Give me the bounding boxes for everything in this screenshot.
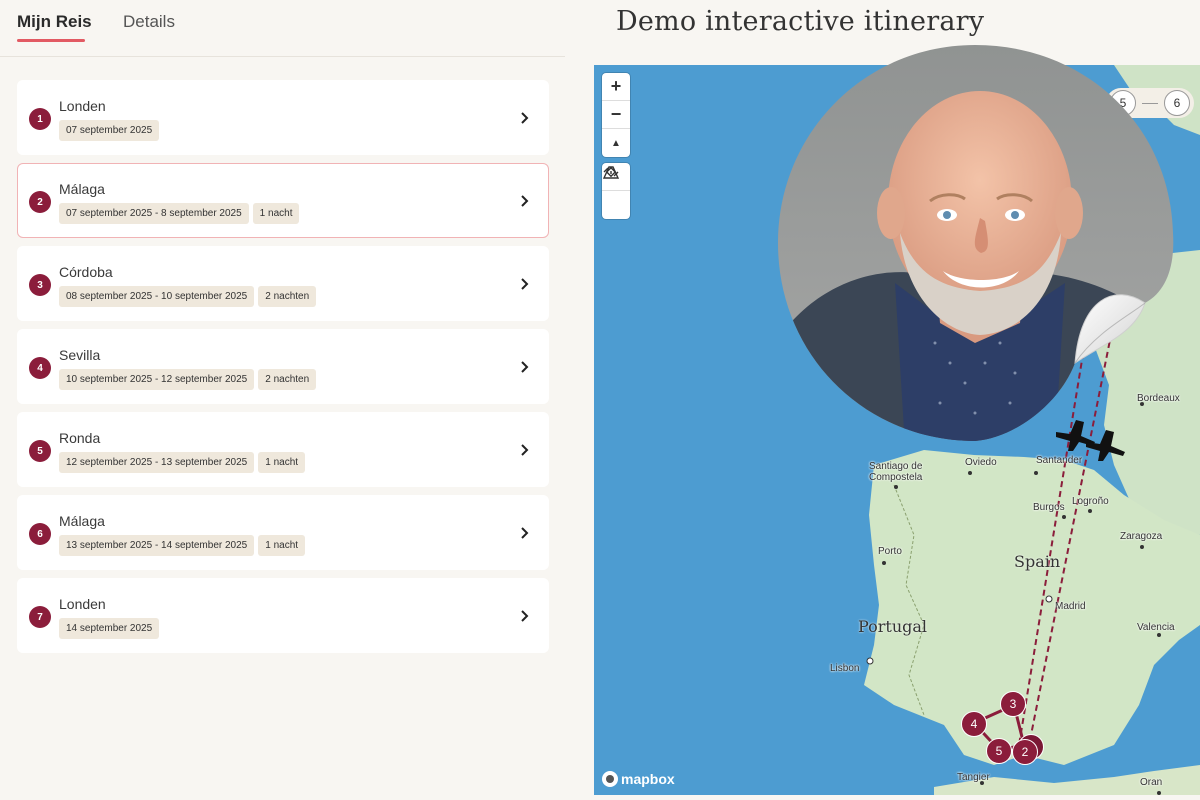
zoom-in-button[interactable]: + (602, 73, 630, 101)
terrain-icon[interactable] (602, 166, 630, 219)
map-marker-5[interactable]: 5 (986, 738, 1012, 764)
chevron-right-icon (521, 195, 529, 207)
stop-item-1[interactable]: 1 Londen 07 september 2025 (17, 80, 549, 155)
stop-nights: 2 nachten (258, 286, 317, 307)
country-label-portugal: Portugal (858, 617, 928, 636)
stop-number-badge: 3 (29, 274, 51, 296)
stop-item-2[interactable]: 2 Málaga 07 september 2025 - 8 september… (17, 163, 549, 238)
stop-dates: 07 september 2025 - 8 september 2025 (59, 203, 249, 224)
chevron-right-icon (521, 444, 529, 456)
map-label-oviedo: Oviedo (965, 457, 997, 468)
map-label-tangier: Tangier (957, 772, 990, 783)
chevron-right-icon (521, 278, 529, 290)
stop-item-4[interactable]: 4 Sevilla 10 september 2025 - 12 septemb… (17, 329, 549, 404)
stop-dates: 08 september 2025 - 10 september 2025 (59, 286, 255, 307)
map-label-valencia: Valencia (1137, 622, 1175, 633)
map-label-santander: Santander (1036, 455, 1083, 466)
stop-city: Córdoba (59, 264, 113, 280)
stop-list: 1 Londen 07 september 2025 2 Málaga 07 s… (17, 80, 549, 661)
stop-number-badge: 7 (29, 606, 51, 628)
map-label-burgos: Burgos (1033, 502, 1065, 513)
map-label-porto: Porto (878, 546, 902, 557)
tab-bar: Mijn Reis Details (0, 0, 565, 57)
map-marker-3[interactable]: 3 (1000, 691, 1026, 717)
stop-number-badge: 6 (29, 523, 51, 545)
stop-item-3[interactable]: 3 Córdoba 08 september 2025 - 10 septemb… (17, 246, 549, 321)
stop-city: Málaga (59, 181, 105, 197)
stop-nights: 1 nacht (258, 452, 306, 473)
country-label-spain: Spain (1014, 552, 1061, 571)
map-label-lisbon: Lisbon (830, 663, 860, 674)
stop-item-5[interactable]: 5 Ronda 12 september 2025 - 13 september… (17, 412, 549, 487)
stop-number-badge: 2 (29, 191, 51, 213)
stop-dates: 12 september 2025 - 13 september 2025 (59, 452, 255, 473)
chevron-right-icon (521, 112, 529, 124)
stop-city: Ronda (59, 430, 101, 446)
chevron-right-icon (521, 361, 529, 373)
stop-item-7[interactable]: 7 Londen 14 september 2025 (17, 578, 549, 653)
stop-dates: 10 september 2025 - 12 september 2025 (59, 369, 255, 390)
stop-number-badge: 5 (29, 440, 51, 462)
map-label-zaragoza: Zaragoza (1120, 531, 1163, 542)
compass-button[interactable]: ▲ (602, 129, 630, 157)
stop-city: Málaga (59, 513, 105, 529)
active-tab-indicator (17, 39, 85, 42)
chevron-right-icon (521, 610, 529, 622)
stop-dates: 13 september 2025 - 14 september 2025 (59, 535, 255, 556)
map-marker-4[interactable]: 4 (961, 711, 987, 737)
stop-city: Londen (59, 596, 106, 612)
map-label-santiago: Santiago de Compostela (869, 461, 923, 483)
profile-photo-sticker (778, 45, 1174, 441)
stop-dates: 14 september 2025 (59, 618, 160, 639)
map-label-logrono: Logroño (1072, 496, 1109, 507)
chevron-right-icon (521, 527, 529, 539)
tab-details[interactable]: Details (123, 12, 175, 32)
stop-nights: 2 nachten (258, 369, 317, 390)
stop-city: Londen (59, 98, 106, 114)
itinerary-panel: Mijn Reis Details 1 Londen 07 september … (0, 0, 565, 800)
map-mode-controls (602, 163, 630, 219)
zoom-out-button[interactable]: − (602, 101, 630, 129)
map-label-oran: Oran (1140, 777, 1163, 788)
map-label-madrid: Madrid (1055, 601, 1086, 612)
mapbox-logo-icon (602, 771, 618, 787)
stop-number-badge: 4 (29, 357, 51, 379)
map-marker-2[interactable]: 2 (1012, 739, 1038, 765)
stop-dates: 07 september 2025 (59, 120, 160, 141)
stop-nights: 1 nacht (252, 203, 300, 224)
tab-mijn-reis[interactable]: Mijn Reis (17, 12, 92, 32)
page-title: Demo interactive itinerary (616, 6, 985, 37)
mapbox-attribution[interactable]: mapbox (602, 771, 675, 787)
stop-city: Sevilla (59, 347, 101, 363)
stop-number-badge: 1 (29, 108, 51, 130)
zoom-controls: + − ▲ (602, 73, 630, 157)
stop-nights: 1 nacht (258, 535, 306, 556)
stop-item-6[interactable]: 6 Málaga 13 september 2025 - 14 septembe… (17, 495, 549, 570)
mapbox-wordmark: mapbox (621, 771, 675, 787)
